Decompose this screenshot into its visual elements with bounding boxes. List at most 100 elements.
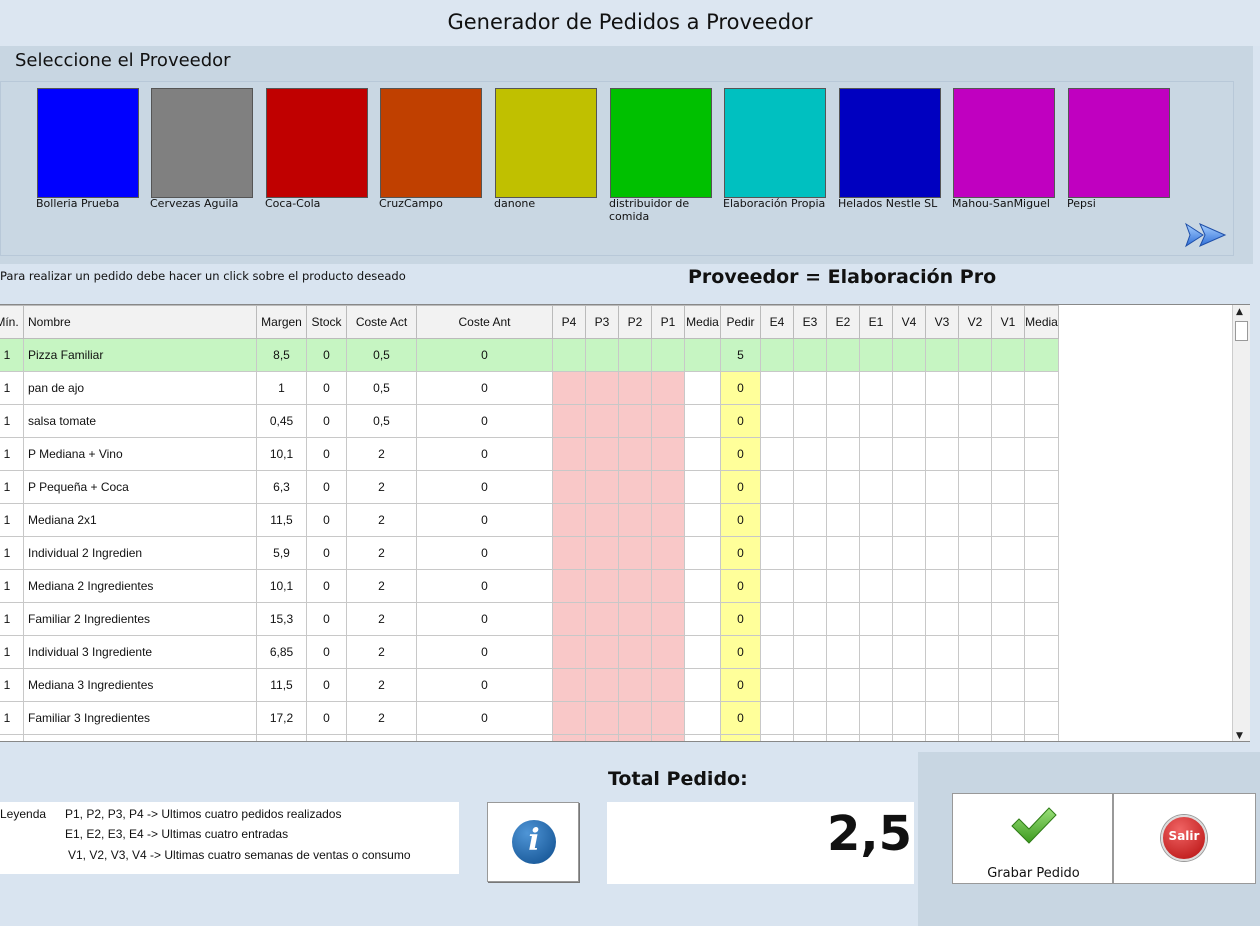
table-row[interactable]: 1 Mediana 2x1 11,5 0 2 0 0 — [0, 503, 1249, 537]
table-cell[interactable] — [826, 701, 860, 735]
column-header[interactable]: E3 — [793, 305, 827, 339]
table-cell[interactable]: 0 — [416, 503, 553, 537]
column-header[interactable]: V2 — [958, 305, 992, 339]
table-cell[interactable]: Mediana 2 Ingredientes — [23, 569, 257, 603]
column-header[interactable]: Media — [1024, 305, 1059, 339]
table-cell[interactable] — [1024, 668, 1059, 702]
table-cell[interactable] — [760, 437, 794, 471]
table-cell[interactable] — [651, 536, 685, 570]
table-cell[interactable]: 1 — [0, 701, 24, 735]
table-cell[interactable] — [892, 404, 926, 438]
provider-tile[interactable] — [151, 88, 253, 198]
provider-tile[interactable] — [610, 88, 712, 198]
table-cell[interactable] — [585, 371, 619, 405]
column-header[interactable]: V1 — [991, 305, 1025, 339]
table-cell[interactable]: 0 — [306, 503, 347, 537]
table-cell[interactable] — [793, 569, 827, 603]
table-cell[interactable]: 0,5 — [346, 371, 417, 405]
table-cell[interactable] — [1024, 503, 1059, 537]
table-cell[interactable] — [684, 371, 721, 405]
table-cell[interactable]: 0 — [720, 701, 761, 735]
info-button[interactable]: i — [487, 802, 579, 882]
table-cell[interactable] — [618, 602, 652, 636]
table-cell[interactable] — [760, 470, 794, 504]
table-cell[interactable] — [793, 635, 827, 669]
table-cell[interactable] — [859, 503, 893, 537]
table-cell[interactable]: 0 — [720, 668, 761, 702]
table-cell[interactable] — [651, 338, 685, 372]
table-cell[interactable] — [585, 701, 619, 735]
table-cell[interactable]: Familiar 2 Ingredientes — [23, 602, 257, 636]
grid-scrollbar[interactable]: ▲ ▼ — [1232, 305, 1250, 741]
table-cell[interactable] — [684, 602, 721, 636]
table-cell[interactable]: 0,5 — [346, 404, 417, 438]
table-cell[interactable]: 0 — [306, 701, 347, 735]
table-cell[interactable] — [585, 668, 619, 702]
table-cell[interactable] — [958, 404, 992, 438]
table-cell[interactable] — [859, 371, 893, 405]
table-cell[interactable] — [585, 503, 619, 537]
table-cell[interactable] — [925, 536, 959, 570]
table-cell[interactable] — [760, 503, 794, 537]
table-cell[interactable] — [958, 503, 992, 537]
table-cell[interactable]: 2 — [346, 470, 417, 504]
table-cell[interactable] — [1024, 437, 1059, 471]
table-row[interactable]: 1 Familiar 2 Ingredientes 15,3 0 2 0 0 — [0, 602, 1249, 636]
table-cell[interactable] — [859, 536, 893, 570]
table-cell[interactable] — [991, 437, 1025, 471]
table-cell[interactable]: 0 — [416, 701, 553, 735]
table-cell[interactable] — [925, 470, 959, 504]
column-header[interactable]: E4 — [760, 305, 794, 339]
table-cell[interactable] — [684, 404, 721, 438]
table-cell[interactable] — [892, 569, 926, 603]
table-cell[interactable] — [859, 668, 893, 702]
table-cell[interactable] — [1024, 569, 1059, 603]
table-cell[interactable]: pan de ajo — [23, 371, 257, 405]
table-row[interactable]: 1 Familiar 3 Ingredientes 17,2 0 2 0 0 — [0, 701, 1249, 735]
table-cell[interactable]: 0 — [416, 437, 553, 471]
table-cell[interactable] — [760, 668, 794, 702]
table-cell[interactable]: 2 — [346, 536, 417, 570]
table-cell[interactable]: 2 — [346, 701, 417, 735]
table-cell[interactable] — [826, 437, 860, 471]
table-cell[interactable]: 5 — [720, 338, 761, 372]
column-header[interactable]: Margen — [256, 305, 307, 339]
table-cell[interactable]: 0 — [306, 437, 347, 471]
salir-button[interactable]: Salir — [1113, 793, 1256, 884]
table-cell[interactable] — [793, 503, 827, 537]
table-cell[interactable]: 0 — [416, 635, 553, 669]
table-cell[interactable] — [684, 470, 721, 504]
table-cell[interactable] — [651, 635, 685, 669]
table-cell[interactable]: Familiar 3 Ingredientes — [23, 701, 257, 735]
table-cell[interactable] — [793, 371, 827, 405]
table-cell[interactable] — [684, 569, 721, 603]
table-cell[interactable] — [585, 602, 619, 636]
table-cell[interactable] — [826, 470, 860, 504]
table-cell[interactable] — [925, 602, 959, 636]
table-cell[interactable] — [684, 668, 721, 702]
table-cell[interactable]: Individual 2 Ingredien — [23, 536, 257, 570]
table-cell[interactable] — [991, 701, 1025, 735]
table-cell[interactable]: 0 — [306, 338, 347, 372]
table-cell[interactable] — [859, 404, 893, 438]
table-cell[interactable]: 2 — [346, 569, 417, 603]
table-cell[interactable]: salsa tomate — [23, 404, 257, 438]
table-cell[interactable] — [552, 635, 586, 669]
table-cell[interactable]: 0 — [720, 503, 761, 537]
table-cell[interactable] — [618, 470, 652, 504]
table-cell[interactable] — [618, 536, 652, 570]
table-cell[interactable] — [684, 437, 721, 471]
table-cell[interactable]: Mediana 3 Ingredientes — [23, 668, 257, 702]
table-cell[interactable]: 6,85 — [256, 635, 307, 669]
table-cell[interactable]: 0 — [720, 569, 761, 603]
table-cell[interactable]: P Mediana + Vino — [23, 437, 257, 471]
column-header[interactable]: V3 — [925, 305, 959, 339]
table-cell[interactable] — [618, 404, 652, 438]
table-cell[interactable] — [793, 338, 827, 372]
provider-tile[interactable] — [724, 88, 826, 198]
table-cell[interactable]: 0,45 — [256, 404, 307, 438]
provider-tile[interactable] — [380, 88, 482, 198]
table-cell[interactable] — [958, 338, 992, 372]
table-row[interactable]: 1 Individual 3 Ingrediente 6,85 0 2 0 0 — [0, 635, 1249, 669]
table-cell[interactable] — [618, 503, 652, 537]
